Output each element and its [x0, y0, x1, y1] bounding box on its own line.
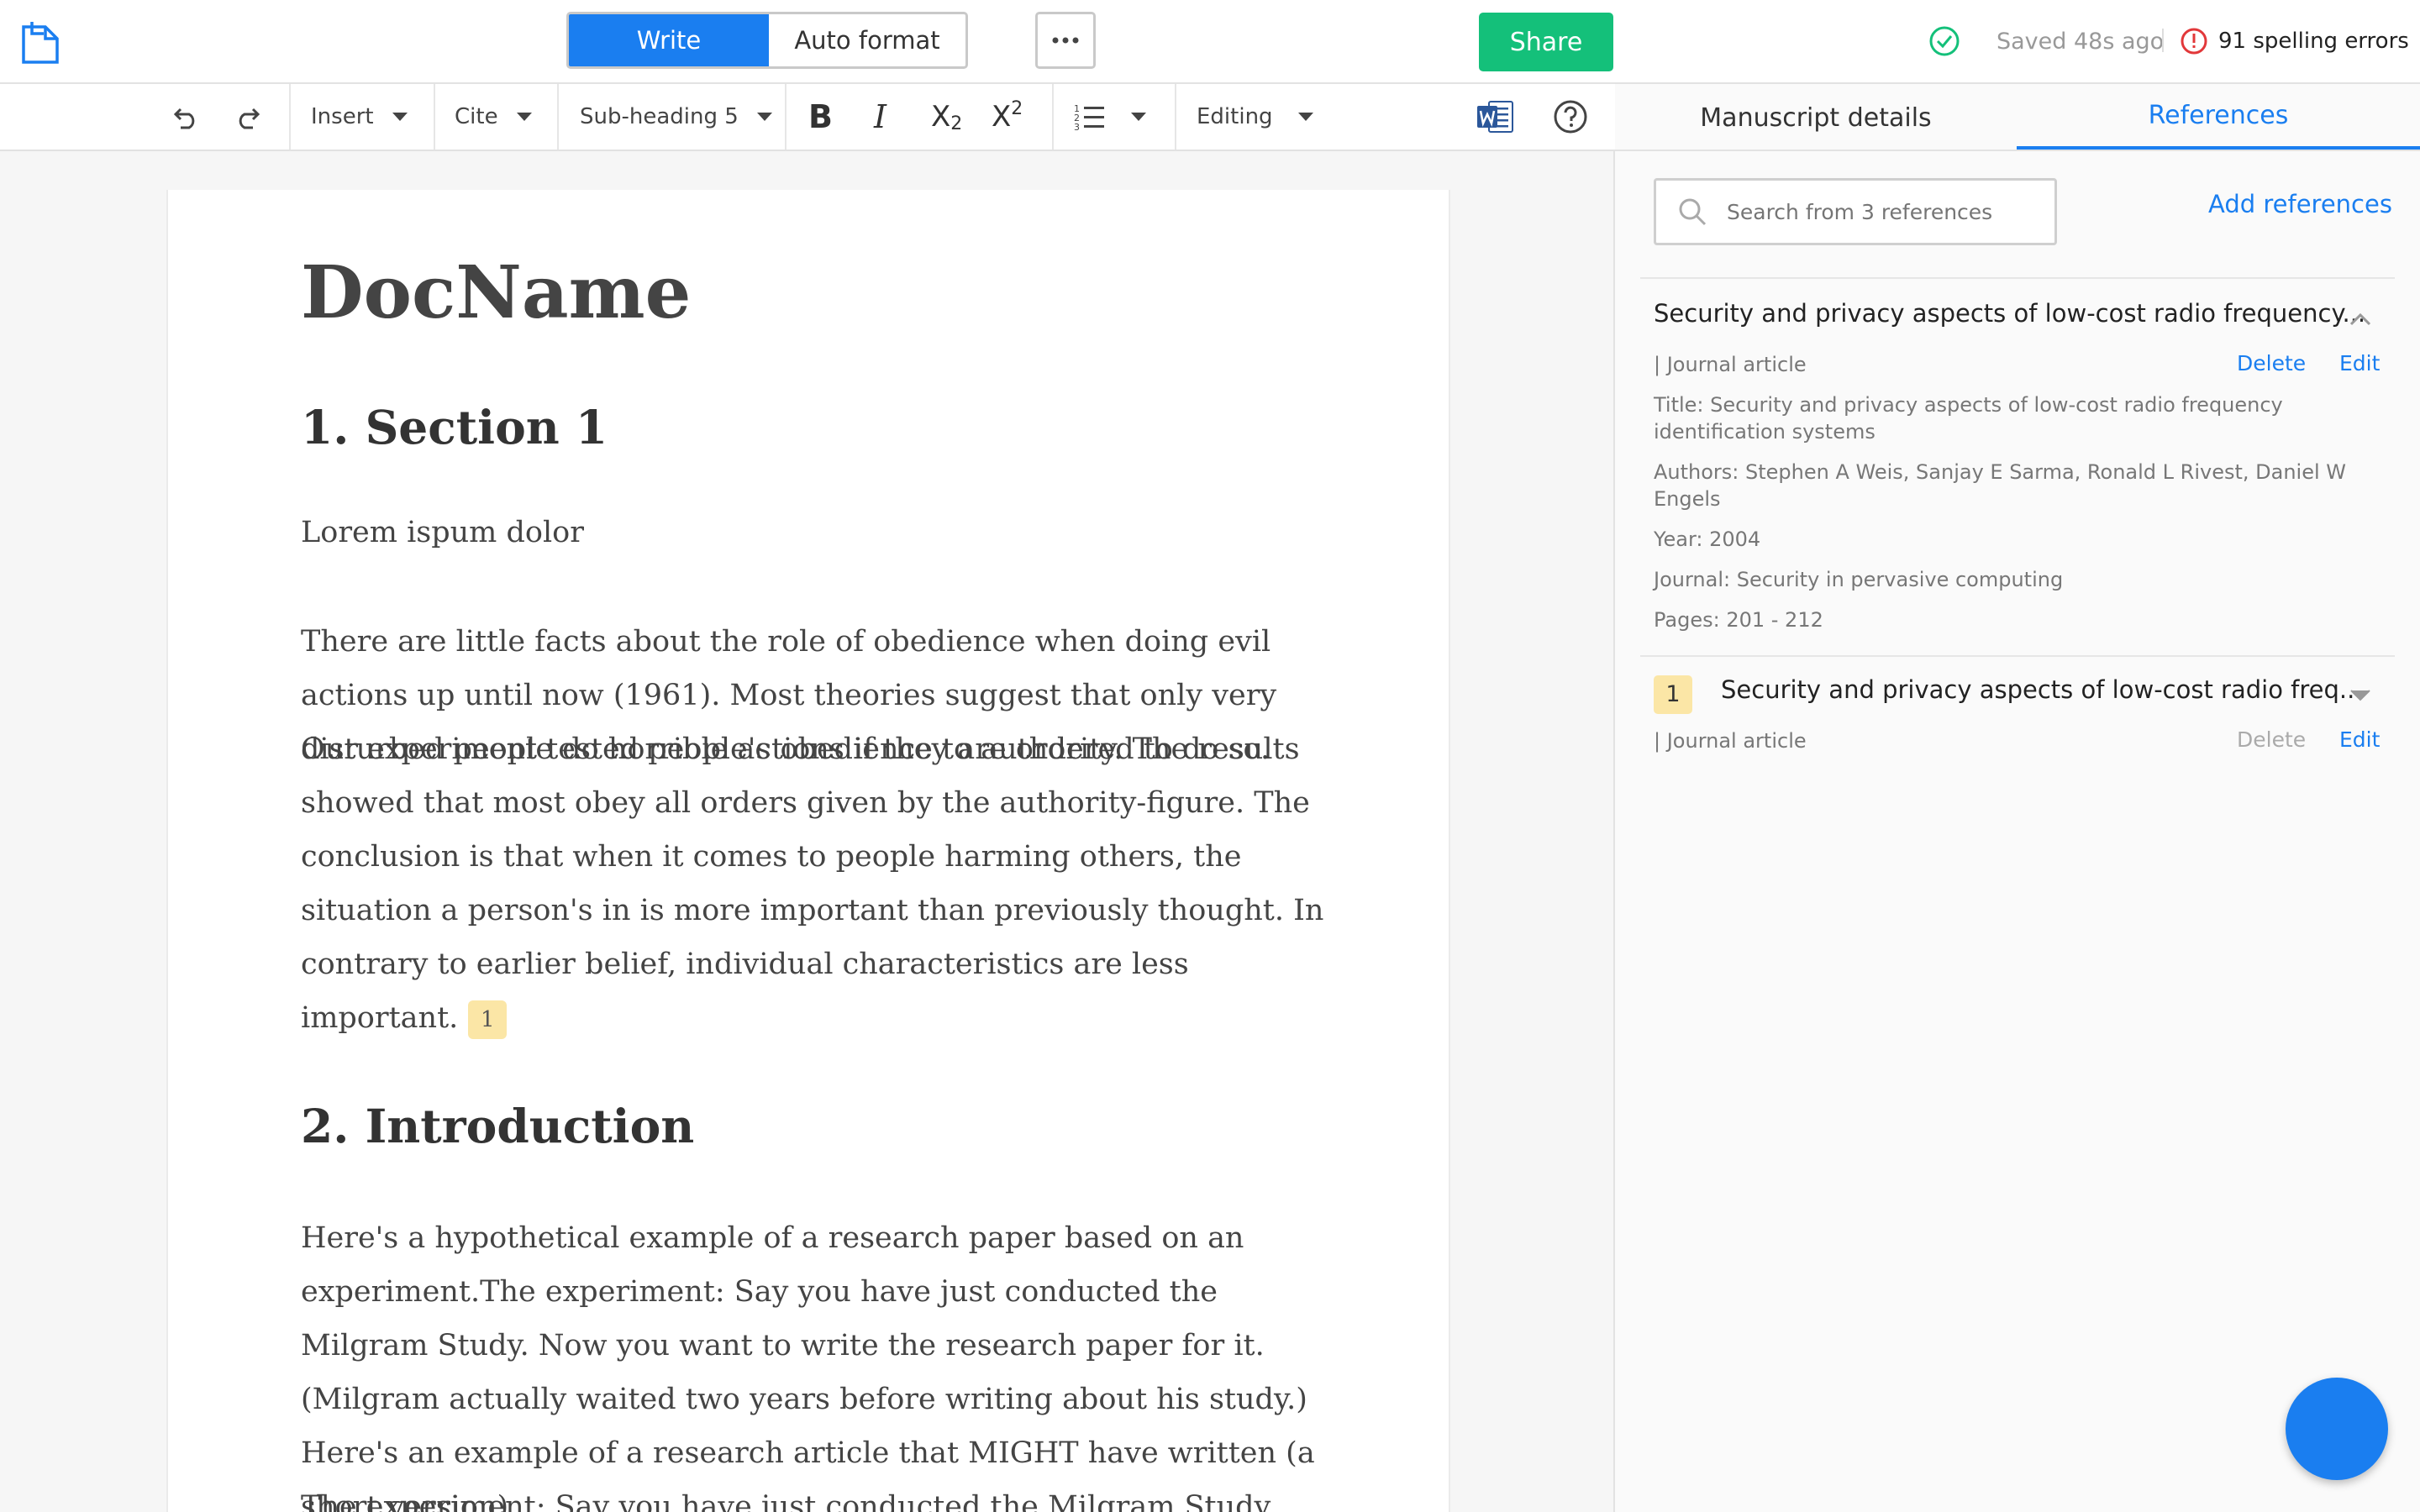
insert-label: Insert	[311, 104, 374, 129]
section-heading[interactable]: 1. Section 1	[301, 400, 608, 454]
paragraph[interactable]: Lorem ispum dolor	[301, 506, 1334, 559]
toolbar-separator	[557, 84, 559, 150]
delete-reference-button[interactable]: Delete	[2237, 727, 2306, 752]
references-panel: Manuscript details References Add refere…	[1615, 84, 2420, 1512]
paragraph[interactable]: Our experiment tested people's obedience…	[301, 722, 1334, 1045]
editor-mode-toggle: Write Auto format	[566, 12, 968, 69]
cite-dropdown[interactable]: Cite	[455, 84, 532, 150]
reference-divider	[1640, 655, 2395, 657]
auto-format-button[interactable]: Auto format	[769, 14, 965, 66]
help-icon	[1554, 100, 1587, 134]
reference-search-input[interactable]	[1727, 199, 2046, 224]
edit-reference-button[interactable]: Edit	[2339, 727, 2380, 752]
toolbar-separator	[1175, 84, 1176, 150]
reference-search-box[interactable]	[1654, 178, 2057, 245]
chevron-up-icon[interactable]	[2349, 312, 2371, 326]
reference-journal: Journal: Security in pervasive computing	[1654, 568, 2064, 591]
insert-dropdown[interactable]: Insert	[311, 84, 408, 150]
add-references-link[interactable]: Add references	[2208, 190, 2392, 218]
saved-check-icon	[1928, 20, 1961, 62]
italic-icon[interactable]: I	[874, 84, 886, 150]
error-alert-icon[interactable]	[2180, 20, 2208, 62]
edit-reference-button[interactable]: Edit	[2339, 351, 2380, 375]
bold-icon[interactable]: B	[808, 84, 833, 150]
help-button[interactable]	[1553, 84, 1588, 150]
paragraph-text[interactable]: Our experiment tested people's obedience…	[301, 732, 1323, 1035]
text-style-dropdown[interactable]: Sub-heading 5	[580, 84, 772, 150]
reference-title[interactable]: Security and privacy aspects of low-cost…	[1654, 299, 2365, 328]
document-page[interactable]: DocName 1. Section 1 Lorem ispum dolor T…	[166, 190, 1450, 1512]
saved-status-text: Saved 48s ago	[1996, 28, 2165, 55]
section-heading[interactable]: 2. Introduction	[301, 1099, 694, 1153]
status-divider	[2162, 29, 2164, 52]
numbered-list-icon: 1 2 3	[1074, 103, 1104, 131]
spelling-errors-link[interactable]: 91 spelling errors	[2218, 20, 2409, 62]
text-style-label: Sub-heading 5	[580, 104, 739, 129]
paragraph[interactable]: The experiment: Say you have just conduc…	[301, 1480, 1334, 1512]
document-area: DocName 1. Section 1 Lorem ispum dolor T…	[0, 151, 1615, 1512]
redo-icon	[239, 108, 260, 129]
chevron-down-icon	[1297, 113, 1313, 121]
write-mode-button[interactable]: Write	[569, 14, 769, 66]
toolbar-separator	[289, 84, 291, 150]
numbered-list-dropdown[interactable]: 1 2 3	[1074, 84, 1146, 150]
chevron-down-icon[interactable]	[2349, 689, 2371, 702]
delete-reference-button[interactable]: Delete	[2237, 351, 2306, 375]
share-button[interactable]: Share	[1479, 13, 1613, 71]
chevron-down-icon	[1131, 113, 1146, 121]
microsoft-word-icon	[1477, 101, 1513, 133]
cite-label: Cite	[455, 104, 498, 129]
editing-mode-label: Editing	[1197, 104, 1273, 129]
citation-badge[interactable]: 1	[468, 1000, 508, 1039]
more-options-button[interactable]	[1035, 12, 1096, 69]
search-icon	[1679, 198, 1707, 226]
toolbar-separator	[1052, 84, 1054, 150]
chevron-down-icon	[516, 113, 532, 121]
chevron-down-icon	[756, 113, 772, 121]
superscript-icon[interactable]: X2	[992, 84, 1023, 150]
reference-full-title: Title: Security and privacy aspects of l…	[1654, 393, 2283, 444]
tabs-divider	[1615, 150, 2420, 151]
chat-support-button[interactable]	[2286, 1378, 2388, 1480]
editor-toolbar: Insert Cite Sub-heading 5 B I X2 X2 1 2 …	[0, 84, 1615, 151]
toolbar-separator	[434, 84, 435, 150]
toolbar-separator	[785, 84, 786, 150]
reference-title[interactable]: Security and privacy aspects of low-cost…	[1721, 675, 2363, 704]
document-title[interactable]: DocName	[301, 250, 691, 335]
reference-number-badge: 1	[1654, 675, 1692, 714]
editing-mode-dropdown[interactable]: Editing	[1197, 84, 1313, 150]
reference-divider	[1640, 277, 2395, 279]
word-export-button[interactable]	[1476, 84, 1514, 150]
document-logo-icon[interactable]	[20, 18, 64, 66]
redo-button[interactable]	[233, 84, 261, 150]
paragraph[interactable]: Here's a hypothetical example of a resea…	[301, 1211, 1334, 1512]
undo-icon	[173, 108, 195, 129]
ellipsis-icon	[1052, 37, 1079, 44]
top-bar: Write Auto format Share Saved 48s ago 91…	[0, 0, 2420, 84]
tab-references[interactable]: References	[2017, 84, 2420, 151]
reference-year: Year: 2004	[1654, 528, 1761, 551]
reference-pages: Pages: 201 - 212	[1654, 608, 1823, 632]
svg-text:3: 3	[1074, 122, 1080, 131]
chevron-down-icon	[392, 113, 408, 121]
reference-authors: Authors: Stephen A Weis, Sanjay E Sarma,…	[1654, 460, 2347, 511]
subscript-icon[interactable]: X2	[931, 84, 962, 150]
tab-manuscript-details[interactable]: Manuscript details	[1615, 84, 2017, 151]
undo-button[interactable]	[172, 84, 201, 150]
